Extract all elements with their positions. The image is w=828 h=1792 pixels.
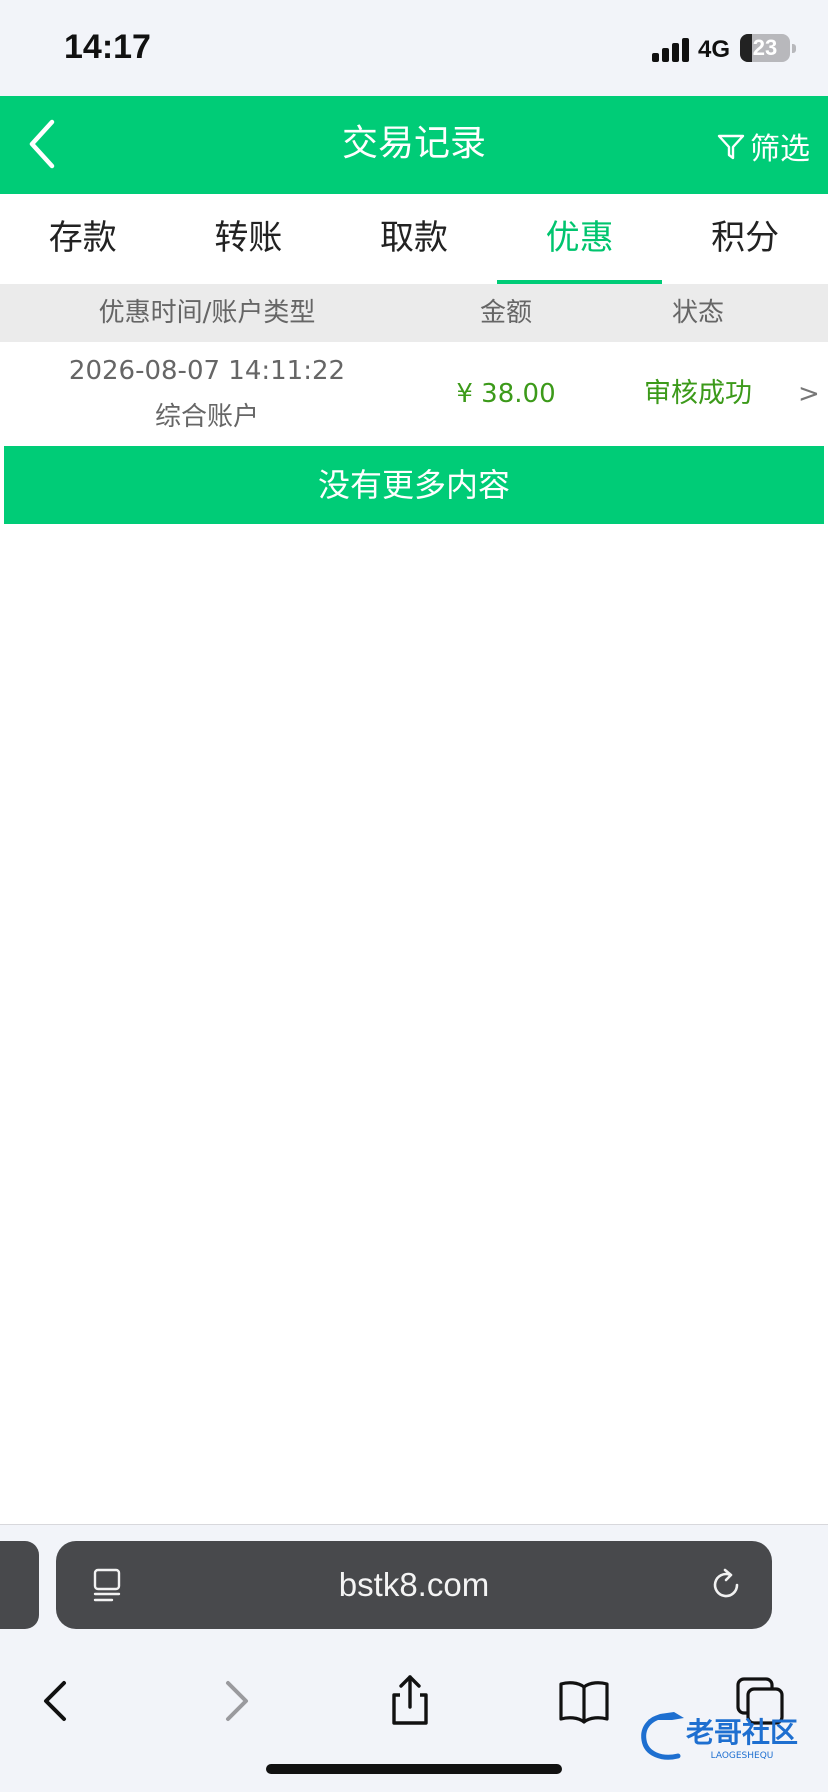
category-tabs: 存款 转账 取款 优惠 积分 [0, 194, 828, 284]
forward-icon[interactable] [208, 1673, 264, 1729]
battery-cap [792, 44, 796, 53]
tab-withdraw[interactable]: 取款 [331, 194, 497, 284]
url-text: bstk8.com [338, 1566, 490, 1603]
record-amount: ¥ 38.00 [456, 379, 556, 409]
record-status: 审核成功 [644, 378, 752, 409]
cellular-signal-icon [652, 36, 692, 62]
record-time: 2026-08-07 14:11:22 [68, 356, 346, 386]
nav-header: 交易记录 筛选 [0, 96, 828, 194]
filter-icon [717, 134, 745, 160]
network-type: 4G [698, 36, 731, 63]
battery-icon: 23 [740, 34, 790, 62]
back-button[interactable] [22, 114, 82, 174]
watermark-subtext: LAOGESHEQU [711, 1751, 774, 1761]
tab-deposit[interactable]: 存款 [0, 194, 166, 284]
no-more-banner: 没有更多内容 [4, 446, 824, 524]
home-indicator[interactable] [266, 1764, 562, 1774]
tab-promotion[interactable]: 优惠 [496, 194, 663, 284]
back-icon[interactable] [28, 1673, 84, 1729]
chevron-right-icon[interactable]: > [798, 342, 828, 446]
share-icon[interactable] [382, 1673, 438, 1729]
tab-points[interactable]: 积分 [662, 194, 828, 284]
address-bar[interactable]: bstk8.com [56, 1541, 772, 1629]
reload-icon[interactable] [708, 1567, 744, 1603]
column-status: 状态 [671, 298, 724, 328]
table-header: 优惠时间/账户类型 金额 状态 [0, 284, 828, 342]
column-time-type: 优惠时间/账户类型 [98, 298, 316, 328]
watermark-logo: 老哥社区 LAOGESHEQU [641, 1712, 798, 1761]
previous-tab-preview[interactable] [0, 1541, 39, 1629]
bookmarks-icon[interactable] [556, 1673, 612, 1729]
status-time: 14:17 [64, 28, 151, 66]
page-title: 交易记录 [341, 123, 486, 164]
record-account-type: 综合账户 [154, 402, 259, 432]
status-bar: 14:17 4G 23 [0, 0, 828, 96]
filter-button[interactable]: 筛选 [716, 126, 810, 167]
table-row[interactable]: 2026-08-07 14:11:22 综合账户 ¥ 38.00 审核成功 > [0, 342, 828, 446]
chevron-left-icon [29, 119, 55, 169]
filter-label: 筛选 [750, 132, 810, 167]
tab-transfer[interactable]: 转账 [166, 194, 332, 284]
column-amount: 金额 [479, 298, 532, 328]
watermark-text: 老哥社区 [686, 1716, 798, 1749]
battery-percent: 23 [752, 35, 778, 60]
